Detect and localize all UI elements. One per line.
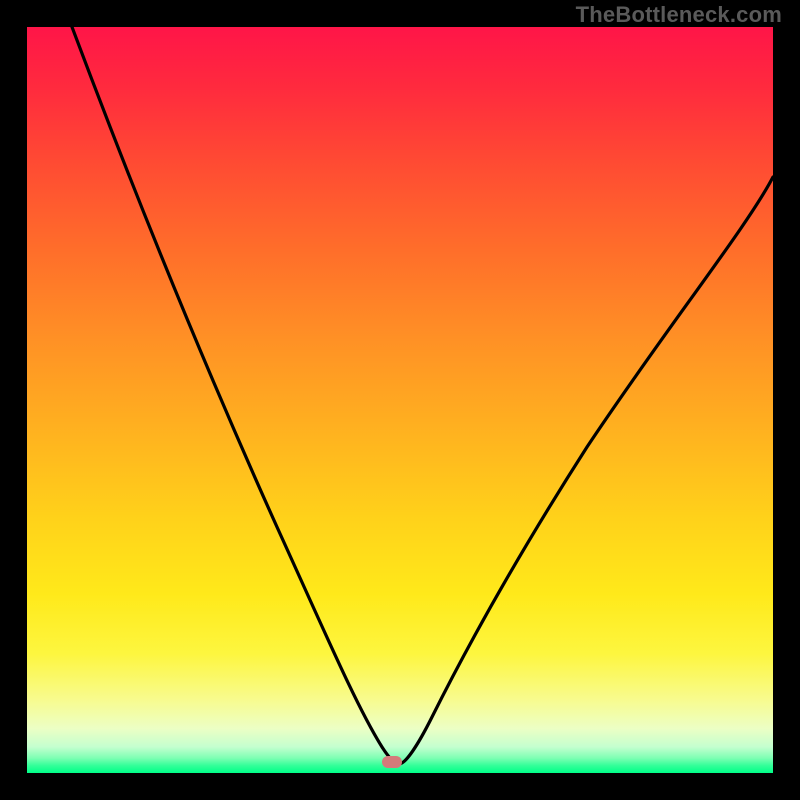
chart-frame: TheBottleneck.com [0, 0, 800, 800]
plot-area [27, 27, 773, 773]
curve-svg [27, 27, 773, 773]
bottleneck-curve-path [72, 27, 773, 764]
watermark-text: TheBottleneck.com [576, 2, 782, 28]
minimum-marker [382, 756, 402, 768]
